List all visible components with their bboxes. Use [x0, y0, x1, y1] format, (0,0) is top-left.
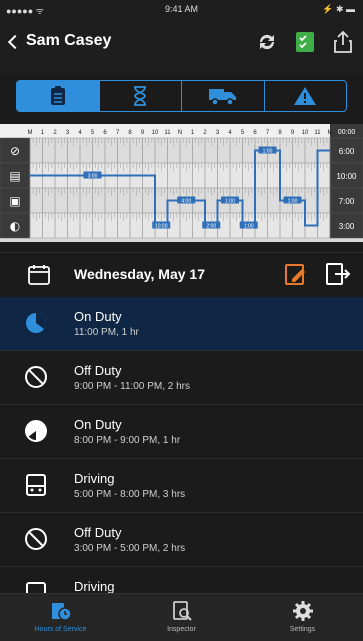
duty-status-label: Off Duty [74, 525, 122, 540]
log-list-icon [50, 86, 65, 105]
duty-time-range: 9:00 PM - 11:00 PM, 2 hrs [74, 381, 190, 392]
row-total-label: 7:00 [339, 197, 355, 206]
log-grid-graph: 00:00M 1 2 3 4 5 6 7 8 9 10 11 N 1 2 3 4 5 6 7 8 9 10 11 M6:0010… [0, 124, 363, 239]
duty-status-list: On Duty 11:00 PM, 1 hr Off Duty 9:00 PM - 1… [0, 297, 363, 593]
segment-duration-label: 1:00 [244, 224, 254, 230]
navigation-bar: Sam Casey [0, 18, 363, 74]
hour-tick-label: 11 [314, 130, 321, 136]
hour-tick-label: 11 [164, 130, 171, 136]
tab-vehicle[interactable] [182, 81, 265, 111]
back-button[interactable]: Sam Casey [7, 32, 112, 50]
hour-tick-label: M [328, 130, 333, 136]
duty-time-range: 8:00 PM - 9:00 PM, 1 hr [74, 435, 181, 446]
row-status-icon: ⊘ [10, 144, 20, 158]
export-log-icon[interactable] [325, 261, 351, 292]
hour-tick-label: 10 [302, 130, 309, 136]
totals-header-label: 00:00 [338, 129, 356, 136]
tab-label: Settings [289, 626, 316, 633]
row-status-icon: ▤ [9, 169, 20, 183]
duty-status-row[interactable]: Off Duty 9:00 PM - 11:00 PM, 2 hrs [0, 351, 363, 405]
duty-status-row[interactable]: Off Duty 3:00 PM - 5:00 PM, 2 hrs [0, 513, 363, 567]
segment-duration-label: 4:00 [181, 199, 191, 205]
duty-status-label: Driving [74, 471, 115, 486]
tab-violations[interactable] [265, 81, 347, 111]
segment-duration-label: 2:00 [206, 224, 216, 230]
row-total-label: 10:00 [336, 172, 357, 181]
bottom-tab-bar: Hours of Service Inspector Settings [0, 593, 363, 641]
calendar-icon[interactable] [28, 265, 50, 290]
driver-name: Sam Casey [26, 32, 112, 49]
truck-icon [208, 89, 236, 106]
on-duty-icon [24, 419, 48, 443]
edit-log-icon[interactable] [283, 261, 309, 292]
hour-tick-label: M [28, 130, 33, 136]
warning-icon [294, 87, 317, 105]
duty-time-range: 5:00 PM - 8:00 PM, 3 hrs [74, 489, 186, 500]
duty-status-row[interactable]: On Duty 11:00 PM, 1 hr [0, 297, 363, 351]
row-total-label: 6:00 [339, 147, 355, 156]
tab-label: Inspector [167, 626, 196, 633]
duty-status-label: Off Duty [74, 363, 122, 378]
row-status-icon: ▣ [9, 194, 20, 208]
segment-duration-label: 3:00 [88, 174, 98, 180]
hour-tick-label: N [178, 130, 182, 136]
tab-hours-of-service[interactable]: Hours of Service [0, 594, 121, 641]
battery-indicator: ⚡ ✱ ▬ [322, 4, 355, 14]
view-segmented-control [16, 80, 347, 112]
date-header: Wednesday, May 17 [0, 252, 363, 296]
duty-status-row[interactable]: Driving [0, 567, 363, 593]
duty-status-label: On Duty [74, 417, 122, 432]
tab-label: Hours of Service [34, 626, 87, 633]
hours-of-service-icon [51, 603, 72, 621]
settings-icon [292, 601, 313, 621]
duty-time-range: 11:00 PM, 1 hr [74, 327, 139, 338]
tab-logs[interactable] [17, 81, 100, 111]
duty-status-row[interactable]: On Duty 8:00 PM - 9:00 PM, 1 hr [0, 405, 363, 459]
off-duty-icon [24, 365, 48, 389]
driving-icon [24, 581, 48, 593]
share-icon[interactable] [329, 28, 357, 56]
row-status-icon: ◐ [10, 219, 20, 233]
segment-duration-label: 10:00 [155, 224, 168, 230]
inspector-icon [172, 601, 192, 621]
tab-settings[interactable]: Settings [242, 594, 363, 641]
tab-inspector[interactable]: Inspector [121, 594, 242, 641]
back-chevron-icon [7, 34, 23, 49]
on-duty-icon [24, 311, 48, 335]
segment-duration-label: 1:00 [225, 199, 235, 205]
tab-timer[interactable] [100, 81, 182, 111]
sync-icon[interactable] [253, 28, 281, 56]
hourglass-icon [134, 86, 147, 106]
segment-duration-label: 1:00 [263, 149, 273, 155]
certify-logs-icon[interactable] [291, 28, 319, 56]
status-time: 9:41 AM [164, 4, 199, 14]
duty-status-row[interactable]: Driving 5:00 PM - 8:00 PM, 3 hrs [0, 459, 363, 513]
segment-duration-label: 1:00 [288, 199, 298, 205]
driving-icon [24, 473, 48, 497]
duty-log-grid: 00:00 M 1 2 3 4 5 6 7 8 9 10 11 N 1 2 3 4 5 6 7 8 9 10 11 M 6:00 10… [0, 124, 363, 242]
hour-tick-label: 10 [152, 130, 159, 136]
status-bar: ●●●●● ᯤ 9:41 AM ⚡ ✱ ▬ [0, 0, 363, 18]
duty-status-label: Driving [74, 579, 115, 593]
duty-status-label: On Duty [74, 309, 122, 324]
off-duty-icon [24, 527, 48, 551]
duty-time-range: 3:00 PM - 5:00 PM, 2 hrs [74, 543, 186, 554]
selected-date: Wednesday, May 17 [74, 266, 205, 282]
row-total-label: 3:00 [339, 222, 355, 231]
